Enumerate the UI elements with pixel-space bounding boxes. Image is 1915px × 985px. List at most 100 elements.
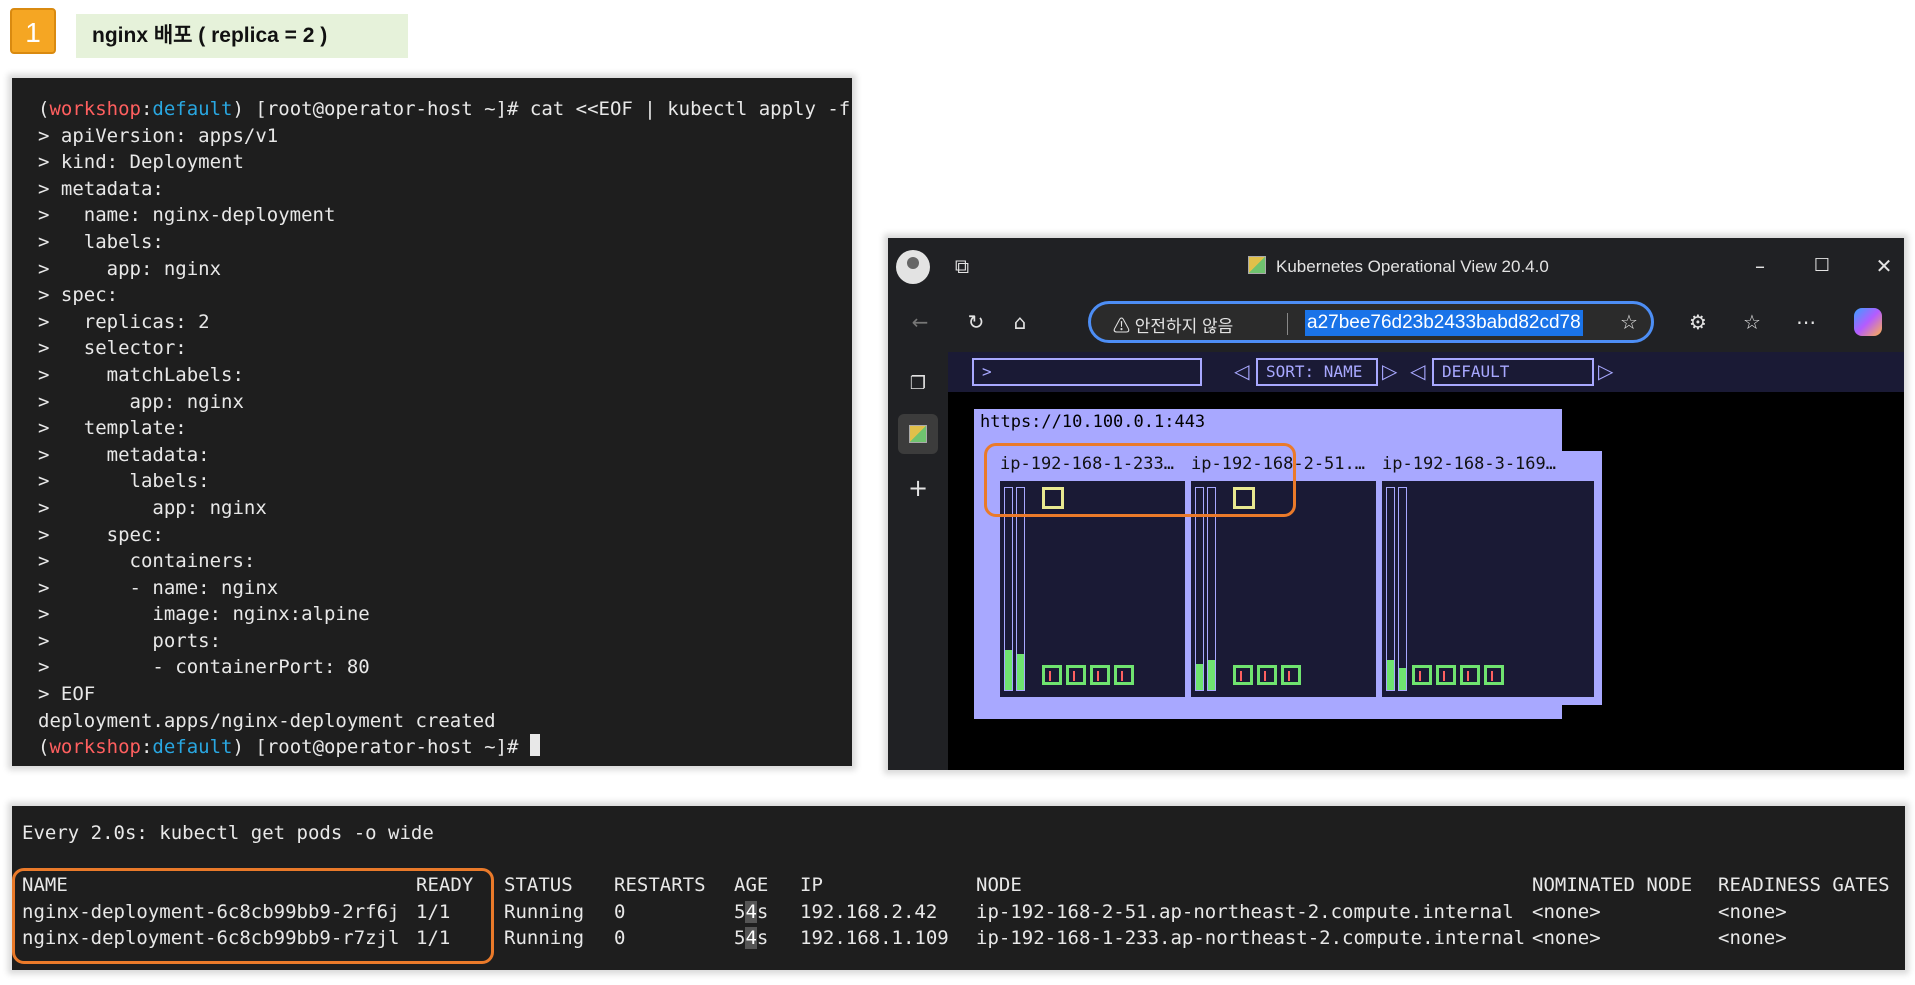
theme-next-icon[interactable]: ▷ (1598, 359, 1613, 383)
pods-table: NAME READY STATUS RESTARTS AGE IP NODE N… (22, 872, 1890, 952)
step-number-badge: 1 (10, 8, 56, 54)
pod-icon[interactable] (1114, 665, 1134, 685)
pod-age: 54s (734, 900, 769, 923)
kubeview-toolbar: > ◁ SORT: NAME ▷ ◁ DEFAULT ▷ (948, 352, 1904, 392)
more-menu-icon[interactable]: ⋯ (1794, 310, 1818, 334)
sort-prev-icon[interactable]: ◁ (1234, 359, 1249, 383)
terminal-line: > - containerPort: 80 (38, 656, 370, 679)
sort-next-icon[interactable]: ▷ (1382, 359, 1397, 383)
tab-actions-icon[interactable]: ❐ (906, 372, 930, 396)
terminal-line: > metadata: (38, 443, 210, 466)
column-header: NODE (976, 874, 1022, 897)
refresh-icon[interactable]: ↻ (964, 310, 988, 334)
table-row: nginx-deployment-6c8cb99bb9-r7zjl 1/1 Ru… (22, 925, 1890, 952)
terminal-line: > ports: (38, 629, 222, 652)
terminal-line: > - name: nginx (38, 576, 279, 599)
maximize-icon[interactable]: ☐ (1810, 254, 1834, 278)
pod-icon[interactable] (1257, 665, 1277, 685)
pod-icon[interactable] (1090, 665, 1110, 685)
kubeview-favicon-icon (1248, 256, 1266, 274)
close-icon[interactable]: ✕ (1872, 254, 1896, 278)
terminal-line: > labels: (38, 470, 210, 493)
memory-bar (1207, 487, 1216, 691)
watch-terminal[interactable]: Every 2.0s: kubectl get pods -o wide NAM… (12, 806, 1905, 970)
pod-icon[interactable] (1436, 665, 1456, 685)
column-header: IP (800, 874, 823, 897)
pod-age: 54s (734, 927, 769, 950)
terminal-line: > app: nginx (38, 496, 267, 519)
node-box[interactable]: ip-192-168-3-169… (1376, 451, 1602, 705)
pod-ready: 1/1 (416, 927, 451, 950)
browser-sidebar: ❐ + (888, 352, 948, 770)
pod-pending-icon[interactable] (1233, 487, 1255, 509)
sidebar-kubeview-tab[interactable] (898, 414, 938, 454)
address-bar[interactable]: ⚠ 안전하지 않음 a27bee76d23b2433babd82cd78 ☆ (1088, 301, 1654, 343)
column-header: READINESS GATES (1718, 874, 1890, 897)
node-inner (1382, 481, 1594, 697)
cluster-box[interactable]: https://10.100.0.1:443 ip-192-168-1-233…… (974, 409, 1602, 719)
pod-icon[interactable] (1042, 665, 1062, 685)
home-icon[interactable]: ⌂ (1008, 310, 1032, 334)
add-tab-icon[interactable]: + (906, 476, 930, 500)
column-header: AGE (734, 874, 769, 897)
prompt-line-2: (workshop:default) [root@operator-host ~… (38, 734, 852, 761)
watch-header: Every 2.0s: kubectl get pods -o wide (22, 822, 434, 844)
column-header: NOMINATED NODE (1532, 874, 1693, 897)
terminal-line: > apiVersion: apps/v1 (38, 124, 279, 147)
browser-title: Kubernetes Operational View 20.4.0 (1248, 256, 1549, 277)
column-header: NAME (22, 874, 68, 897)
favorite-star-icon[interactable]: ☆ (1617, 310, 1641, 334)
back-icon[interactable]: ← (908, 310, 932, 334)
terminal-line: > containers: (38, 550, 256, 573)
node-label: ip-192-168-2-51.… (1191, 454, 1365, 474)
pod-icon[interactable] (1484, 665, 1504, 685)
terminal-command: cat <<EOF | kubectl apply -f - (529, 98, 852, 120)
pod-ip: 192.168.2.42 (800, 900, 938, 923)
pod-nominated-node: <none> (1532, 900, 1601, 923)
pod-icon[interactable] (1412, 665, 1432, 685)
cpu-bar (1386, 487, 1395, 691)
sort-selector[interactable]: SORT: NAME (1256, 358, 1378, 386)
address-text[interactable]: a27bee76d23b2433babd82cd78 (1305, 310, 1583, 336)
pod-pending-icon[interactable] (1042, 487, 1064, 509)
filter-input[interactable]: > (972, 358, 1202, 386)
browser-titlebar: ⧉ Kubernetes Operational View 20.4.0 – ☐… (888, 238, 1904, 296)
kubeview-tab-icon (909, 425, 927, 443)
favorites-icon[interactable]: ☆ (1740, 310, 1764, 334)
node-label: ip-192-168-1-233… (1000, 454, 1174, 474)
terminal-line: > spec: (38, 284, 119, 307)
terminal-line: > labels: (38, 230, 164, 253)
pod-icon[interactable] (1460, 665, 1480, 685)
terminal-line: > image: nginx:alpine (38, 603, 370, 626)
pod-status: Running (504, 900, 585, 923)
extensions-icon[interactable]: ⚙ (1686, 310, 1710, 334)
node-inner (1000, 481, 1212, 697)
pod-icon[interactable] (1233, 665, 1253, 685)
pod-node: ip-192-168-1-233.ap-northeast-2.compute.… (976, 927, 1526, 950)
terminal-line: > app: nginx (38, 390, 244, 413)
pod-nominated-node: <none> (1532, 927, 1601, 950)
browser-window: ⧉ Kubernetes Operational View 20.4.0 – ☐… (888, 238, 1904, 770)
pod-readiness-gates: <none> (1718, 900, 1787, 923)
pod-name: nginx-deployment-6c8cb99bb9-2rf6j (22, 900, 400, 923)
pod-status: Running (504, 927, 585, 950)
address-toolbar: ← ↻ ⌂ ⚠ 안전하지 않음 a27bee76d23b2433babd82cd… (888, 296, 1904, 352)
theme-selector[interactable]: DEFAULT (1432, 358, 1594, 386)
profile-avatar-icon[interactable] (896, 250, 930, 284)
minimize-icon[interactable]: – (1748, 254, 1772, 278)
terminal-line: > metadata: (38, 177, 164, 200)
pod-node: ip-192-168-2-51.ap-northeast-2.compute.i… (976, 900, 1514, 923)
step-title: nginx 배포 ( replica = 2 ) (76, 14, 408, 58)
kubeview-canvas[interactable]: > ◁ SORT: NAME ▷ ◁ DEFAULT ▷ https://10.… (948, 352, 1904, 770)
column-header: STATUS (504, 874, 573, 897)
pod-restarts: 0 (614, 900, 626, 923)
pod-icon[interactable] (1066, 665, 1086, 685)
apply-terminal[interactable]: (workshop:default) [root@operator-host ~… (12, 78, 852, 766)
workspaces-icon[interactable]: ⧉ (950, 254, 974, 278)
table-row: nginx-deployment-6c8cb99bb9-2rf6j 1/1 Ru… (22, 899, 1890, 926)
theme-prev-icon[interactable]: ◁ (1410, 359, 1425, 383)
security-warning[interactable]: ⚠ 안전하지 않음 (1113, 312, 1233, 337)
terminal-line: > spec: (38, 523, 164, 546)
pod-icon[interactable] (1281, 665, 1301, 685)
copilot-icon[interactable] (1854, 308, 1882, 336)
